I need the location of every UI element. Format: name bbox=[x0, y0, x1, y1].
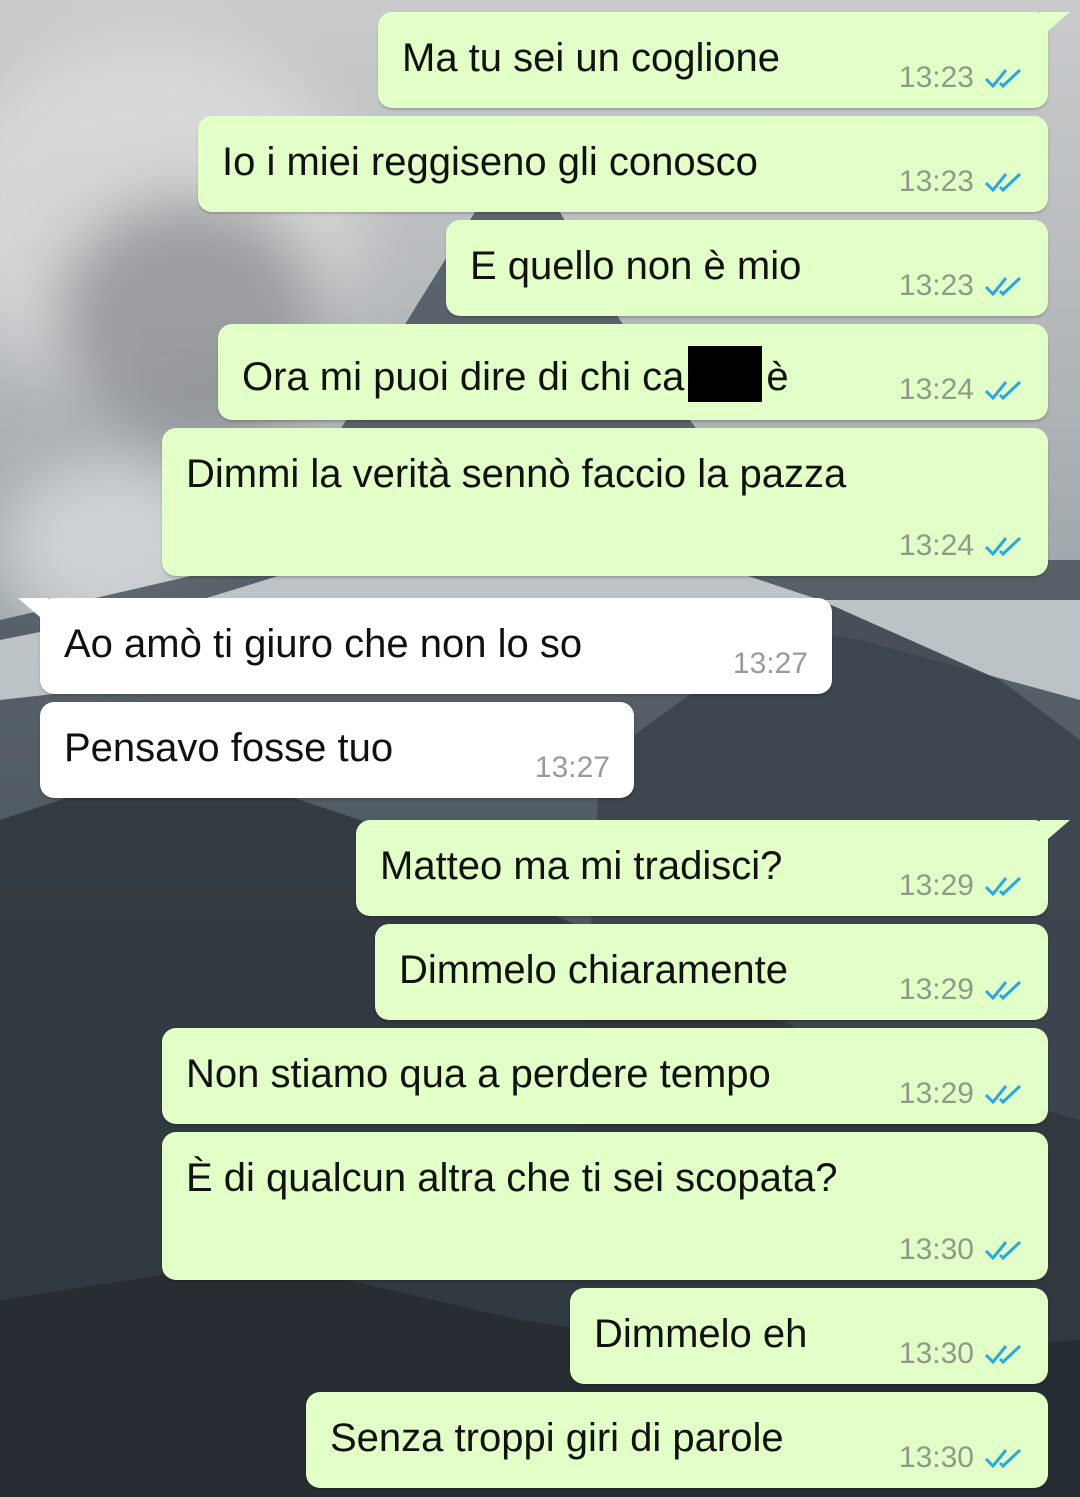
message-bubble-outgoing[interactable]: Ora mi puoi dire di chi ca è 13:24 bbox=[218, 324, 1048, 420]
message-time: 13:23 bbox=[898, 61, 974, 94]
message-bubble-outgoing[interactable]: E quello non è mio 13:23 bbox=[446, 220, 1048, 316]
message-text-after-redaction: è bbox=[766, 355, 789, 399]
message-text: Io i miei reggiseno gli conosco bbox=[222, 140, 758, 184]
message-meta: 13:23 bbox=[899, 62, 1024, 94]
message-bubble-outgoing[interactable]: Dimmelo chiaramente 13:29 bbox=[375, 924, 1048, 1020]
message-time: 13:29 bbox=[898, 973, 974, 1006]
double-check-icon bbox=[984, 876, 1022, 897]
message-meta: 13:23 bbox=[899, 270, 1024, 302]
message-meta: 13:24 bbox=[899, 530, 1024, 562]
message-bubble-incoming[interactable]: Pensavo fosse tuo 13:27 bbox=[40, 702, 634, 798]
message-bubble-outgoing[interactable]: È di qualcun altra che ti sei scopata? 1… bbox=[162, 1132, 1048, 1280]
double-check-icon bbox=[984, 980, 1022, 1001]
message-bubble-outgoing[interactable]: Dimmelo eh 13:30 bbox=[570, 1288, 1048, 1384]
message-text: Matteo ma mi tradisci? bbox=[380, 844, 783, 888]
message-bubble-outgoing[interactable]: Matteo ma mi tradisci? 13:29 bbox=[356, 820, 1070, 916]
message-meta: 13:30 bbox=[899, 1234, 1024, 1266]
message-meta: 13:23 bbox=[899, 166, 1024, 198]
message-time: 13:24 bbox=[898, 529, 974, 562]
double-check-icon bbox=[984, 536, 1022, 557]
message-time: 13:27 bbox=[534, 751, 610, 784]
message-text: Ao amò ti giuro che non lo so bbox=[64, 622, 583, 666]
message-text: È di qualcun altra che ti sei scopata? bbox=[186, 1156, 838, 1200]
message-text: Ma tu sei un coglione bbox=[402, 36, 781, 80]
message-meta: 13:27 bbox=[535, 752, 610, 784]
message-time: 13:29 bbox=[898, 869, 974, 902]
message-meta: 13:24 bbox=[899, 374, 1024, 406]
double-check-icon bbox=[984, 172, 1022, 193]
message-text: Non stiamo qua a perdere tempo bbox=[186, 1052, 771, 1096]
message-meta: 13:29 bbox=[899, 1078, 1024, 1110]
message-meta: 13:30 bbox=[899, 1442, 1024, 1474]
double-check-icon bbox=[984, 1084, 1022, 1105]
message-meta: 13:29 bbox=[899, 974, 1024, 1006]
double-check-icon bbox=[984, 1240, 1022, 1261]
message-time: 13:23 bbox=[898, 269, 974, 302]
message-bubble-incoming[interactable]: Ao amò ti giuro che non lo so 13:27 bbox=[18, 598, 832, 694]
message-meta: 13:29 bbox=[899, 870, 1024, 902]
message-bubble-outgoing[interactable]: Non stiamo qua a perdere tempo 13:29 bbox=[162, 1028, 1048, 1124]
message-bubble-outgoing[interactable]: Io i miei reggiseno gli conosco 13:23 bbox=[198, 116, 1048, 212]
message-text: Dimmelo eh bbox=[594, 1312, 808, 1356]
message-text: Dimmelo chiaramente bbox=[399, 948, 789, 992]
message-time: 13:30 bbox=[898, 1441, 974, 1474]
message-time: 13:30 bbox=[898, 1337, 974, 1370]
message-time: 13:30 bbox=[898, 1233, 974, 1266]
message-bubble-outgoing[interactable]: Ma tu sei un coglione 13:23 bbox=[378, 12, 1070, 108]
message-time: 13:23 bbox=[898, 165, 974, 198]
message-bubble-outgoing[interactable]: Dimmi la verità sennò faccio la pazza 13… bbox=[162, 428, 1048, 576]
message-meta: 13:27 bbox=[733, 648, 808, 680]
message-text: Dimmi la verità sennò faccio la pazza bbox=[186, 452, 847, 496]
double-check-icon bbox=[984, 1448, 1022, 1469]
double-check-icon bbox=[984, 276, 1022, 297]
message-time: 13:24 bbox=[898, 373, 974, 406]
message-time: 13:27 bbox=[732, 647, 808, 680]
double-check-icon bbox=[984, 68, 1022, 89]
message-text-before-redaction: Ora mi puoi dire di chi ca bbox=[242, 355, 685, 399]
message-text: Pensavo fosse tuo bbox=[64, 726, 394, 770]
message-text: E quello non è mio bbox=[470, 244, 802, 288]
message-text: Ora mi puoi dire di chi ca è bbox=[242, 346, 789, 402]
redaction-block bbox=[688, 346, 763, 402]
message-text: Senza troppi giri di parole bbox=[330, 1416, 784, 1460]
message-bubble-outgoing[interactable]: Senza troppi giri di parole 13:30 bbox=[306, 1392, 1048, 1488]
double-check-icon bbox=[984, 1344, 1022, 1365]
double-check-icon bbox=[984, 380, 1022, 401]
message-meta: 13:30 bbox=[899, 1338, 1024, 1370]
message-time: 13:29 bbox=[898, 1077, 974, 1110]
